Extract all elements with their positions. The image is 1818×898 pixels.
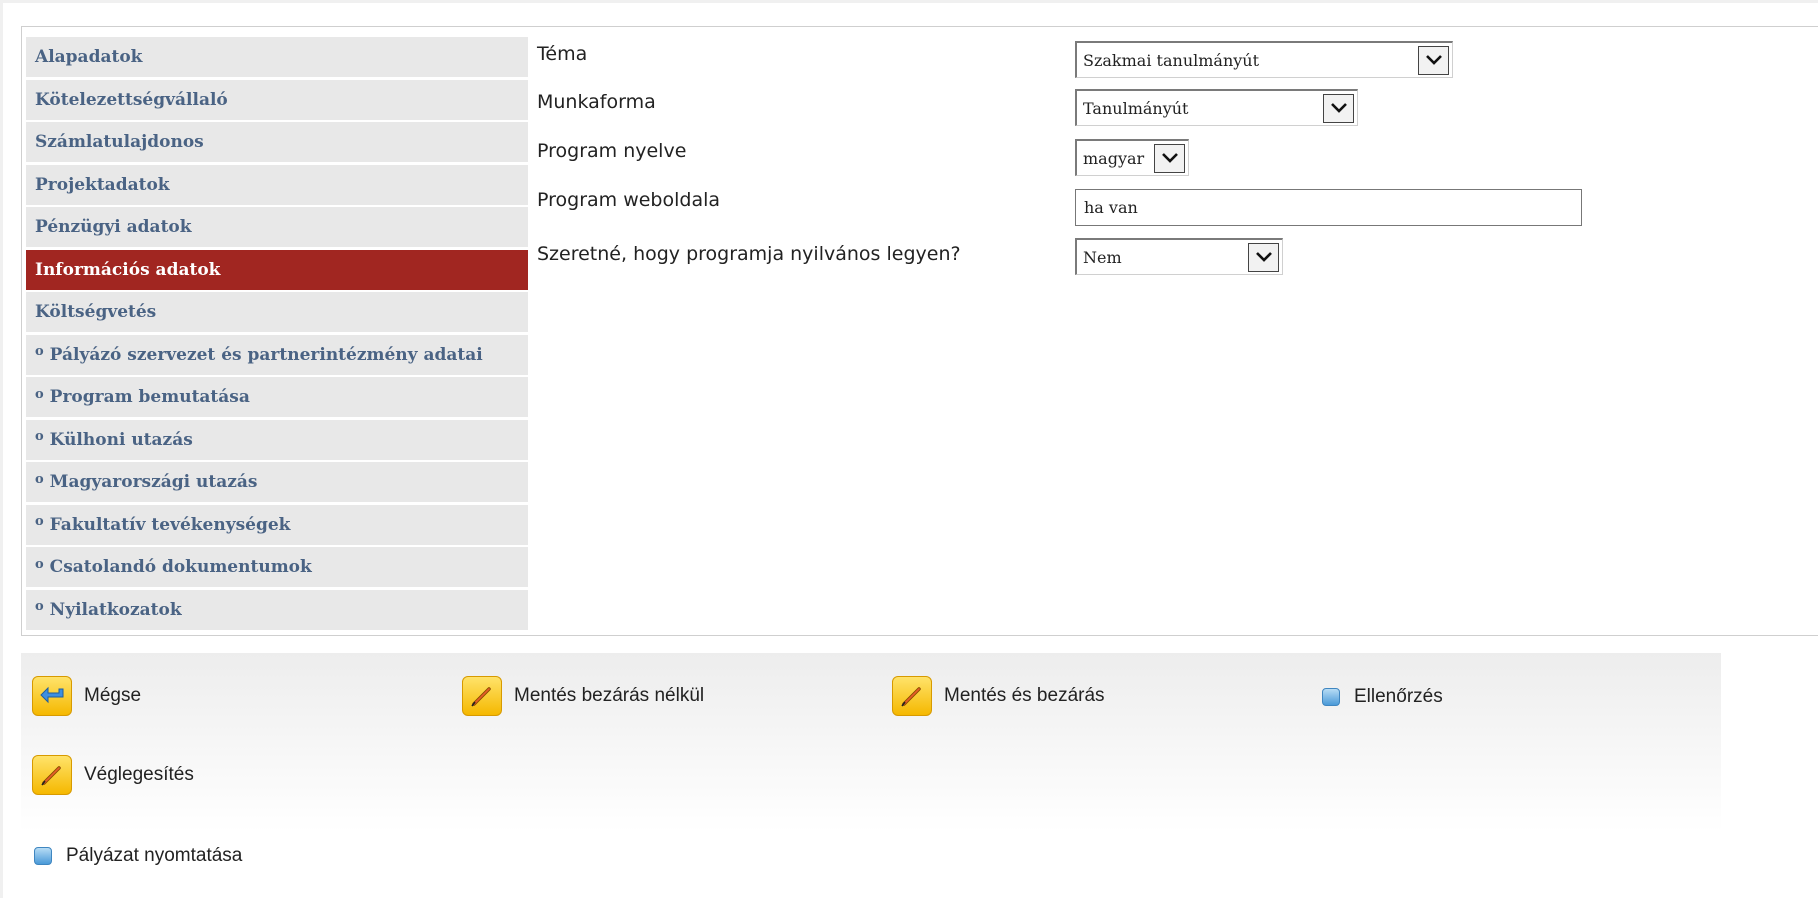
save-without-close-button-label: Mentés bezárás nélkül — [514, 685, 705, 706]
nyilvanos-label: Szeretné, hogy programja nyilvános legye… — [537, 243, 961, 265]
bullet-icon: o — [35, 344, 44, 359]
chevron-down-icon[interactable] — [1154, 143, 1185, 173]
finalize-button[interactable]: Véglegesítés — [32, 755, 194, 795]
sidebar-item-magyarorszagi-utazas[interactable]: o Magyarországi utazás — [26, 462, 528, 502]
sidebar-item-label: Program bemutatása — [49, 387, 250, 407]
sidebar-item-penzugyi-adatok[interactable]: Pénzügyi adatok — [26, 207, 528, 247]
bullet-icon: o — [35, 599, 44, 614]
arrow-back-icon — [32, 676, 72, 716]
sidebar-item-label: Költségvetés — [35, 302, 157, 322]
sidebar-item-label: Pénzügyi adatok — [35, 217, 192, 237]
sidebar-item-informacios-adatok[interactable]: Információs adatok — [26, 249, 528, 290]
nyilvanos-select-value: Nem — [1083, 247, 1122, 267]
sidebar-item-nyilatkozatok[interactable]: o Nyilatkozatok — [26, 589, 528, 630]
sidebar-item-label: Fakultatív tevékenységek — [49, 514, 291, 535]
bullet-icon: o — [35, 556, 44, 572]
program-weboldala-label: Program weboldala — [537, 189, 721, 211]
sidebar-item-palyazo-szervezet[interactable]: o Pályázó szervezet és partnerintézmény a… — [26, 334, 528, 375]
cancel-button-label: Mégse — [84, 685, 142, 706]
save-and-close-button-label: Mentés és bezárás — [944, 685, 1105, 706]
sidebar-item-label: Alapadatok — [35, 47, 143, 67]
sidebar-item-label: Számlatulajdonos — [35, 132, 204, 152]
save-without-close-button[interactable]: Mentés bezárás nélkül — [462, 676, 704, 716]
munkaforma-select[interactable]: Tanulmányút — [1075, 89, 1358, 126]
tema-select-value: Szakmai tanulmányút — [1083, 50, 1260, 70]
sidebar-item-label: Projektadatok — [35, 174, 170, 195]
pencil-icon — [462, 676, 502, 716]
sidebar-item-szamlatulajdonos[interactable]: Számlatulajdonos — [26, 122, 528, 162]
sidebar-item-label: Külhoni utazás — [49, 429, 193, 450]
sidebar-item-fakultativ-tevekenysegek[interactable]: o Fakultatív tevékenységek — [26, 504, 528, 545]
bullet-icon: o — [35, 429, 44, 444]
sidebar-item-label: Információs adatok — [35, 259, 221, 280]
munkaforma-select-value: Tanulmányút — [1083, 98, 1189, 118]
save-and-close-button[interactable]: Mentés és bezárás — [892, 676, 1105, 716]
chevron-down-icon[interactable] — [1248, 242, 1279, 272]
sidebar-item-program-bemutatasa[interactable]: o Program bemutatása — [26, 377, 528, 417]
check-button[interactable]: Ellenőrzés — [1322, 686, 1443, 708]
check-button-label: Ellenőrzés — [1354, 686, 1443, 707]
sidebar-item-kulhoni-utazas[interactable]: o Külhoni utazás — [26, 419, 528, 460]
sidebar-item-label: Pályázó szervezet és partnerintézmény ad… — [49, 344, 483, 365]
sidebar-item-alapadatok[interactable]: Alapadatok — [26, 37, 528, 77]
sidebar-nav: Alapadatok Kötelezettségvállaló Számlatu… — [26, 37, 528, 632]
sidebar-item-label: Kötelezettségvállaló — [35, 89, 228, 110]
sidebar-item-projektadatok[interactable]: Projektadatok — [26, 164, 528, 205]
sidebar-item-csatolando-dokumentumok[interactable]: o Csatolandó dokumentumok — [26, 547, 528, 587]
bullet-icon: o — [35, 514, 44, 529]
print-button[interactable]: Pályázat nyomtatása — [34, 845, 242, 867]
sidebar-item-label: Nyilatkozatok — [49, 599, 182, 620]
munkaforma-label: Munkaforma — [537, 91, 656, 113]
sidebar-item-kotelezettsegvallalo[interactable]: Kötelezettségvállaló — [26, 79, 528, 120]
program-weboldala-input[interactable]: ha van — [1075, 189, 1582, 226]
chevron-down-icon[interactable] — [1323, 93, 1354, 123]
cancel-button[interactable]: Mégse — [32, 676, 141, 716]
square-icon — [34, 847, 52, 865]
pencil-icon — [32, 755, 72, 795]
finalize-button-label: Véglegesítés — [84, 764, 194, 785]
program-nyelve-select[interactable]: magyar — [1075, 139, 1189, 176]
pencil-icon — [892, 676, 932, 716]
sidebar-item-label: Csatolandó dokumentumok — [49, 557, 312, 577]
chevron-down-icon[interactable] — [1418, 45, 1449, 75]
sidebar-item-koltsegvetes[interactable]: Költségvetés — [26, 292, 528, 332]
tema-select[interactable]: Szakmai tanulmányút — [1075, 41, 1453, 78]
bullet-icon: o — [35, 471, 44, 487]
action-bar — [21, 653, 1721, 833]
sidebar-item-label: Magyarországi utazás — [49, 472, 258, 492]
nyilvanos-select[interactable]: Nem — [1075, 238, 1283, 275]
program-nyelve-select-value: magyar — [1083, 148, 1145, 168]
print-button-label: Pályázat nyomtatása — [66, 845, 243, 866]
program-nyelve-label: Program nyelve — [537, 140, 687, 162]
tema-label: Téma — [537, 43, 588, 65]
bullet-icon: o — [35, 386, 44, 402]
square-icon — [1322, 688, 1340, 706]
